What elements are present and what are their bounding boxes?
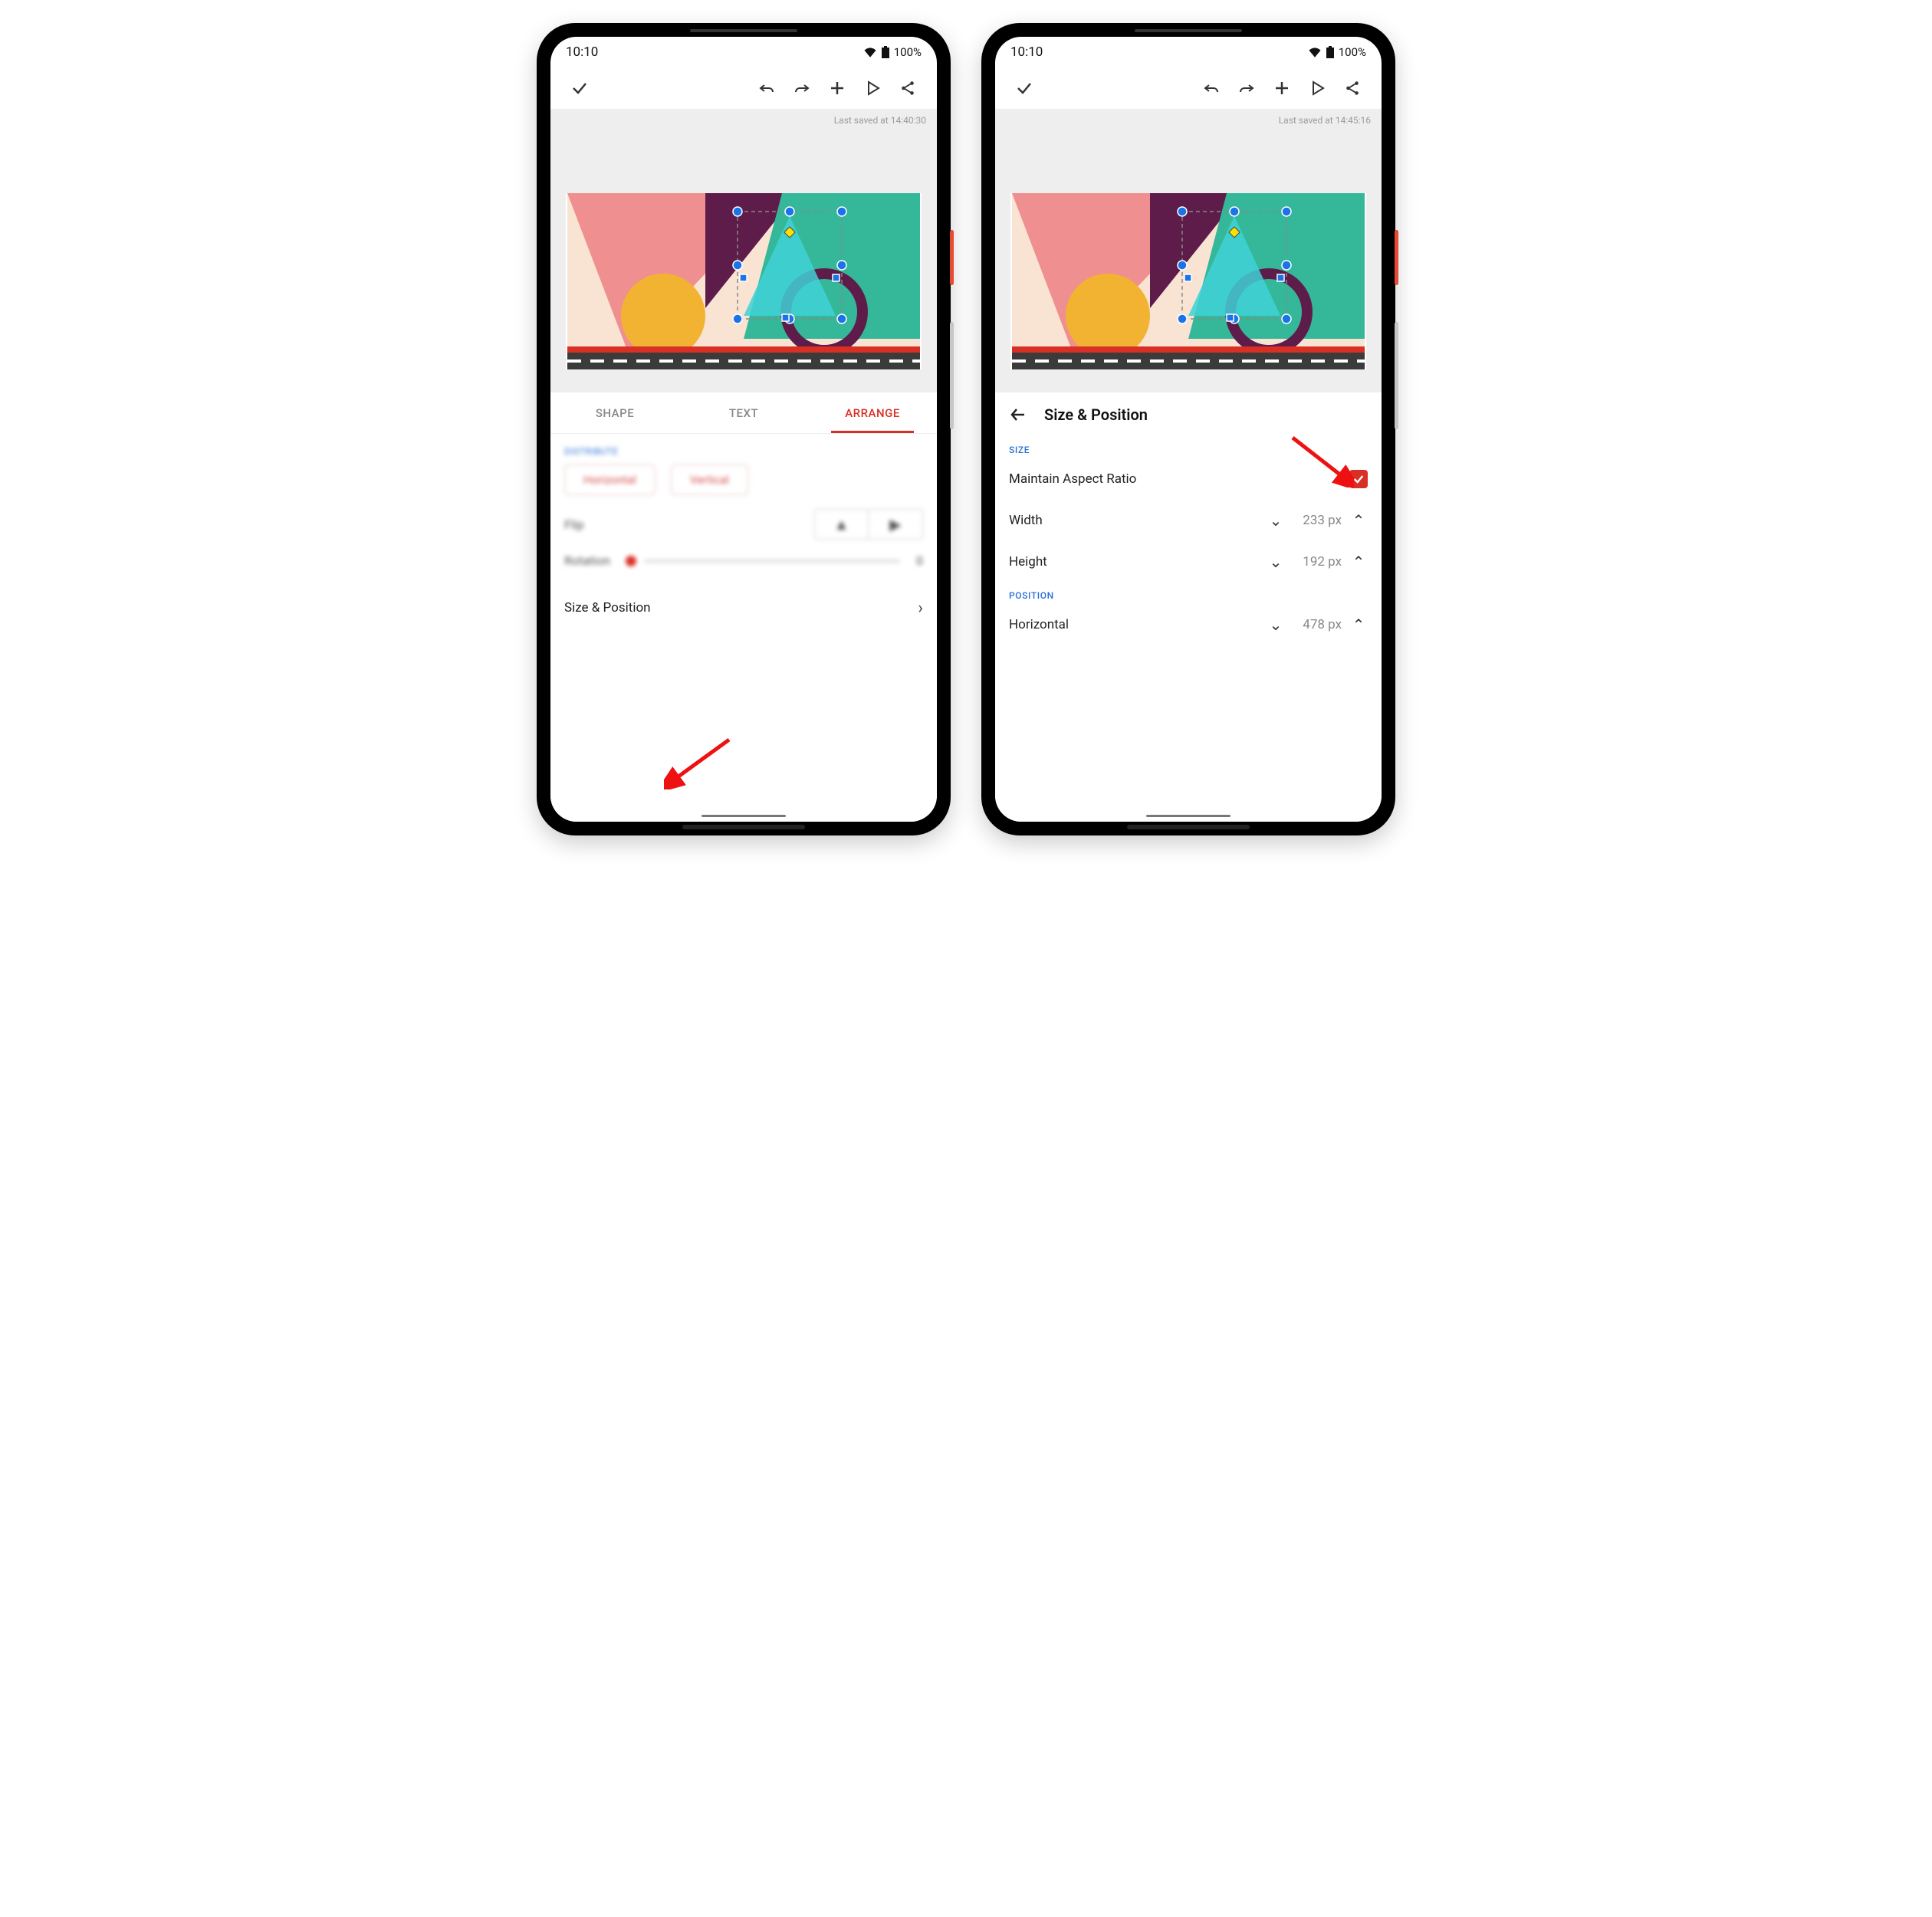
- rotation-slider[interactable]: [626, 556, 900, 566]
- horizontal-row: Horizontal ⌄ 478 px ⌃: [995, 604, 1382, 645]
- decrement-icon[interactable]: ⌄: [1267, 511, 1285, 530]
- share-button[interactable]: [892, 73, 923, 103]
- rotation-value: 0: [900, 553, 923, 568]
- redo-button[interactable]: [787, 73, 817, 103]
- width-row: Width ⌄ 233 px ⌃: [995, 500, 1382, 541]
- canvas-area[interactable]: Last saved at 14:40:30: [550, 109, 937, 392]
- app-toolbar: [995, 67, 1382, 109]
- add-button[interactable]: [1267, 73, 1297, 103]
- increment-icon[interactable]: ⌃: [1349, 615, 1368, 634]
- wifi-icon: [1308, 47, 1322, 57]
- undo-button[interactable]: [1196, 73, 1227, 103]
- power-button: [950, 230, 954, 285]
- flip-label: Flip: [564, 517, 814, 532]
- confirm-button[interactable]: [564, 73, 595, 103]
- last-saved-label: Last saved at 14:45:16: [1279, 115, 1371, 126]
- bottom-panel-arrange: SHAPE TEXT ARRANGE DISTRIBUTE Horizontal…: [550, 392, 937, 822]
- annotation-arrow: [664, 736, 733, 789]
- horizontal-value[interactable]: 478 px: [1293, 617, 1342, 632]
- app-toolbar: [550, 67, 937, 109]
- volume-button: [950, 322, 954, 429]
- decrement-icon[interactable]: ⌄: [1267, 553, 1285, 571]
- play-button[interactable]: [1302, 73, 1332, 103]
- width-label: Width: [1009, 513, 1267, 528]
- height-label: Height: [1009, 554, 1267, 570]
- height-row: Height ⌄ 192 px ⌃: [995, 541, 1382, 583]
- phone-right: 10:10 100%: [981, 23, 1395, 835]
- width-value[interactable]: 233 px: [1293, 513, 1342, 528]
- maintain-aspect-ratio-checkbox[interactable]: [1349, 470, 1368, 488]
- status-bar: 10:10 100%: [995, 37, 1382, 67]
- flip-horizontal-icon[interactable]: ▶: [869, 510, 922, 539]
- slide-artwork: [566, 193, 922, 369]
- home-indicator: [702, 815, 786, 817]
- battery-percent: 100%: [1339, 45, 1366, 59]
- slide-canvas[interactable]: [566, 193, 922, 369]
- play-button[interactable]: [857, 73, 888, 103]
- add-button[interactable]: [822, 73, 853, 103]
- phone-left: 10:10 100%: [537, 23, 951, 835]
- rotation-label: Rotation: [564, 553, 626, 568]
- clock: 10:10: [1010, 44, 1043, 60]
- arrange-settings-blurred: DISTRIBUTE Horizontal Vertical Flip ▲ ▶ …: [550, 434, 937, 586]
- confirm-button[interactable]: [1009, 73, 1040, 103]
- flip-vertical-icon[interactable]: ▲: [815, 510, 869, 539]
- chevron-right-icon: ›: [918, 599, 923, 618]
- distribute-section-label: DISTRIBUTE: [564, 446, 923, 457]
- slide-canvas[interactable]: [1010, 193, 1366, 369]
- horizontal-stepper[interactable]: ⌄ 478 px ⌃: [1267, 615, 1368, 634]
- distribute-vertical-button[interactable]: Vertical: [671, 464, 748, 495]
- increment-icon[interactable]: ⌃: [1349, 511, 1368, 530]
- size-position-row[interactable]: Size & Position ›: [550, 586, 937, 629]
- panel-title: Size & Position: [1044, 405, 1148, 424]
- last-saved-label: Last saved at 14:40:30: [834, 115, 926, 126]
- size-position-label: Size & Position: [564, 600, 651, 615]
- decrement-icon[interactable]: ⌄: [1267, 615, 1285, 634]
- canvas-area[interactable]: Last saved at 14:45:16: [995, 109, 1382, 392]
- status-bar: 10:10 100%: [550, 37, 937, 67]
- maintain-aspect-ratio-row[interactable]: Maintain Aspect Ratio: [995, 458, 1382, 500]
- volume-button: [1395, 322, 1398, 429]
- slide-artwork: [1010, 193, 1366, 369]
- power-button: [1395, 230, 1398, 285]
- share-button[interactable]: [1337, 73, 1368, 103]
- tab-text[interactable]: TEXT: [679, 392, 808, 433]
- wifi-icon: [863, 47, 877, 57]
- size-position-panel: Size & Position SIZE Maintain Aspect Rat…: [995, 392, 1382, 822]
- battery-icon: [1326, 46, 1334, 58]
- battery-icon: [882, 46, 889, 58]
- height-value[interactable]: 192 px: [1293, 554, 1342, 570]
- battery-percent: 100%: [894, 45, 922, 59]
- tab-arrange[interactable]: ARRANGE: [808, 392, 937, 433]
- horizontal-label: Horizontal: [1009, 617, 1267, 632]
- height-stepper[interactable]: ⌄ 192 px ⌃: [1267, 553, 1368, 571]
- size-section-label: SIZE: [995, 437, 1382, 458]
- tab-shape[interactable]: SHAPE: [550, 392, 679, 433]
- home-indicator: [1146, 815, 1230, 817]
- maintain-aspect-ratio-label: Maintain Aspect Ratio: [1009, 471, 1349, 487]
- increment-icon[interactable]: ⌃: [1349, 553, 1368, 571]
- position-section-label: POSITION: [995, 583, 1382, 604]
- width-stepper[interactable]: ⌄ 233 px ⌃: [1267, 511, 1368, 530]
- redo-button[interactable]: [1231, 73, 1262, 103]
- undo-button[interactable]: [751, 73, 782, 103]
- flip-buttons[interactable]: ▲ ▶: [814, 509, 923, 540]
- distribute-horizontal-button[interactable]: Horizontal: [564, 464, 656, 495]
- format-tabs: SHAPE TEXT ARRANGE: [550, 392, 937, 434]
- back-button[interactable]: [1007, 399, 1029, 430]
- clock: 10:10: [566, 44, 598, 60]
